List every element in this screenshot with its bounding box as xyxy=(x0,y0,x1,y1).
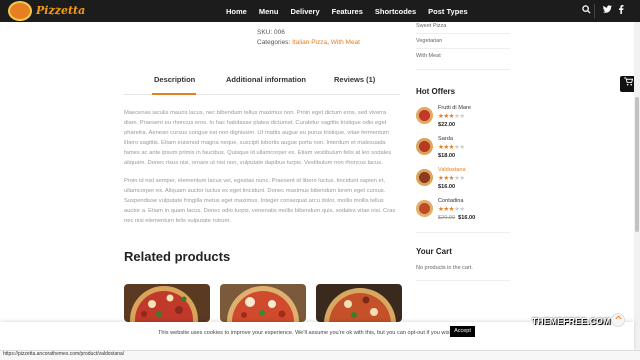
rating-stars: ★★★★★ xyxy=(438,206,465,213)
hot-offer-name[interactable]: Valdostana xyxy=(438,167,466,173)
hot-offer-price: $22.00 xyxy=(438,122,456,128)
hot-offer-item[interactable]: Sarda ★★★★★ $18.00 xyxy=(416,136,510,164)
pizza-thumbnail xyxy=(416,138,433,155)
related-product-image[interactable] xyxy=(316,284,402,322)
nav-menu[interactable]: Menu xyxy=(259,7,279,16)
hot-offer-name[interactable]: Contadina xyxy=(438,198,464,204)
search-icon[interactable] xyxy=(580,5,592,17)
main-nav: Home Menu Delivery Features Shortcodes P… xyxy=(226,0,468,22)
categories-label: Categories: xyxy=(257,39,291,46)
watermark-logo: THEMEFREE.COM xyxy=(532,316,611,326)
sidebar-category-vegetarian[interactable]: Vegetarian xyxy=(416,38,442,44)
nav-features[interactable]: Features xyxy=(332,7,363,16)
hot-offer-old-price: $20.00 xyxy=(438,215,456,221)
page-scrollbar[interactable] xyxy=(634,22,640,360)
rating-stars: ★★★★★ xyxy=(438,113,465,120)
cookie-message: This website uses cookies to improve you… xyxy=(158,330,455,336)
sidebar-divider xyxy=(416,69,510,70)
site-header: Pizzetta Home Menu Delivery Features Sho… xyxy=(0,0,640,22)
sidebar-divider xyxy=(416,232,510,233)
header-divider xyxy=(594,4,595,18)
logo-badge xyxy=(8,1,32,21)
pizza-thumbnail xyxy=(416,200,433,217)
nav-delivery[interactable]: Delivery xyxy=(290,7,319,16)
active-tab-indicator xyxy=(152,93,196,95)
categories-separator: , xyxy=(327,39,329,46)
related-products-title: Related products xyxy=(124,249,231,264)
nav-post-types[interactable]: Post Types xyxy=(428,7,467,16)
cookie-accept-button[interactable]: Accept xyxy=(450,326,475,337)
your-cart-title: Your Cart xyxy=(416,247,452,256)
rating-stars: ★★★★★ xyxy=(438,144,465,151)
category-link-with-meat[interactable]: With Meat xyxy=(331,39,360,46)
product-sku: SKU: 006 xyxy=(257,29,285,36)
status-url: https://pizzetta.ancorathemes.com/produc… xyxy=(3,351,125,357)
related-product-image[interactable] xyxy=(124,284,210,322)
cart-empty-message: No products in the cart. xyxy=(416,265,473,271)
nav-home[interactable]: Home xyxy=(226,7,247,16)
hot-offer-price: $20.00 $16.00 xyxy=(438,215,475,221)
site-logo[interactable]: Pizzetta xyxy=(6,1,86,21)
description-paragraph-2: Proin id nisl semper, elementum lacus ve… xyxy=(124,178,396,224)
tab-reviews[interactable]: Reviews (1) xyxy=(334,75,375,84)
hot-offer-price: $16.00 xyxy=(438,184,456,190)
sidebar-divider xyxy=(416,33,510,34)
hot-offer-name[interactable]: Frutti di Mare xyxy=(438,105,471,111)
sidebar-divider xyxy=(416,48,510,49)
sku-value: 006 xyxy=(273,29,285,36)
description-paragraph-1: Maecenas iaculis mauris lacus, nec biben… xyxy=(124,110,392,166)
sidebar-category-sweet-pizza[interactable]: Sweet Pizza xyxy=(416,23,446,29)
hot-offer-item[interactable]: Contadina ★★★★★ $20.00 $16.00 xyxy=(416,198,510,226)
hot-offer-price: $18.00 xyxy=(438,153,456,159)
tab-description[interactable]: Description xyxy=(154,75,195,84)
cookie-banner xyxy=(0,322,634,350)
scrollbar-thumb[interactable] xyxy=(635,97,639,232)
pizza-thumbnail xyxy=(416,169,433,186)
nav-shortcodes[interactable]: Shortcodes xyxy=(375,7,416,16)
sidebar-category-with-meat[interactable]: With Meat xyxy=(416,53,441,59)
rating-stars: ★★★★★ xyxy=(438,175,465,182)
product-categories: Categories: Italian Pizza, With Meat xyxy=(257,39,360,46)
sku-label: SKU: xyxy=(257,29,273,36)
hot-offer-name[interactable]: Sarda xyxy=(438,136,453,142)
pizza-thumbnail xyxy=(416,107,433,124)
sidebar-divider xyxy=(416,280,510,281)
logo-text: Pizzetta xyxy=(36,4,86,17)
hot-offers-title: Hot Offers xyxy=(416,87,456,96)
facebook-icon[interactable] xyxy=(615,5,627,17)
twitter-icon[interactable] xyxy=(601,5,613,17)
category-link-italian-pizza[interactable]: Italian Pizza xyxy=(292,39,327,46)
related-product-image[interactable] xyxy=(220,284,306,322)
scroll-to-top-button[interactable] xyxy=(611,313,625,327)
hot-offer-sale-price: $16.00 xyxy=(458,215,476,221)
hot-offer-item[interactable]: Frutti di Mare ★★★★★ $22.00 xyxy=(416,105,510,133)
hot-offer-item[interactable]: Valdostana ★★★★★ $16.00 xyxy=(416,167,510,195)
tab-additional-information[interactable]: Additional information xyxy=(226,75,306,84)
